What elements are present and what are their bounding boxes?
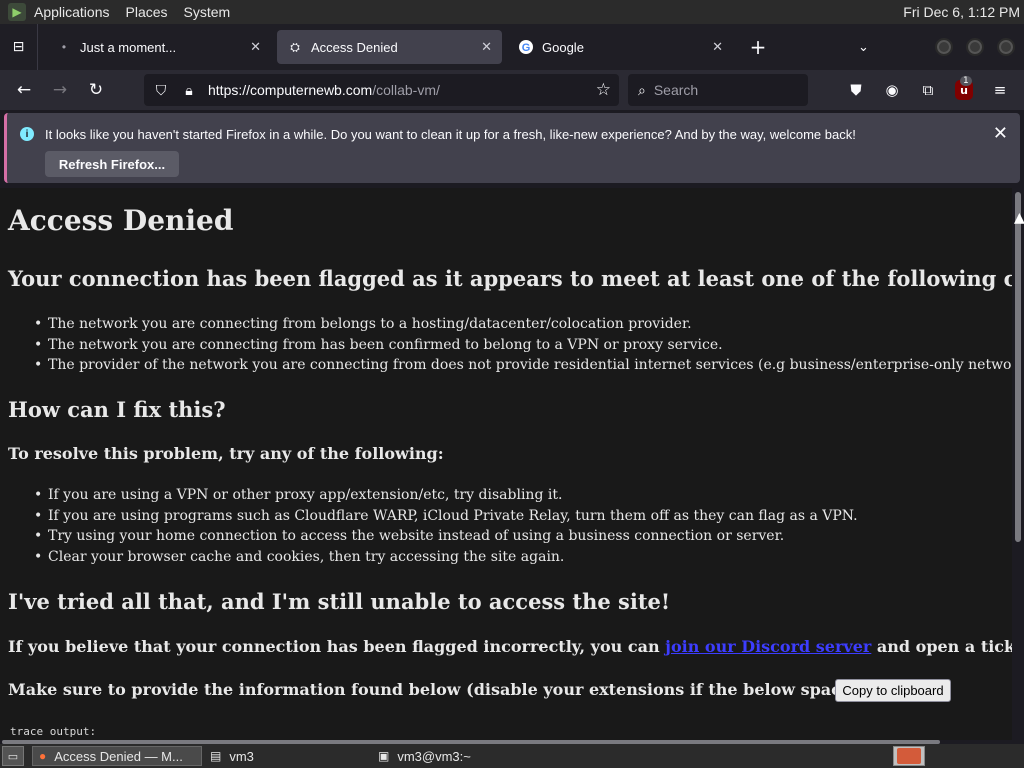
provide-info-text: Make sure to provide the information fou…	[8, 680, 946, 699]
tried-heading: I've tried all that, and I'm still unabl…	[8, 589, 671, 614]
list-item: If you are using a VPN or other proxy ap…	[34, 485, 858, 506]
list-item: Try using your home connection to access…	[34, 526, 858, 547]
url-path: /collab-vm/	[372, 82, 440, 98]
firefox-view-icon[interactable]: ⊟	[0, 24, 38, 70]
collabvm-icon: ⛭	[290, 39, 300, 54]
show-desktop-icon[interactable]: ▭	[2, 746, 24, 766]
task-label: vm3@vm3:~	[397, 748, 471, 764]
list-item: Clear your browser cache and cookies, th…	[34, 547, 858, 568]
distro-logo-icon[interactable]: ▶	[8, 3, 26, 21]
shield-icon[interactable]: ⛉	[150, 82, 172, 99]
search-placeholder: Search	[653, 82, 699, 98]
svg-text:G: G	[522, 42, 531, 54]
fix-heading: How can I fix this?	[8, 397, 226, 422]
loading-icon: •	[61, 40, 67, 54]
search-icon: ⌕	[638, 81, 646, 98]
task-label: vm3	[229, 748, 254, 764]
nav-bar: ← → ↻ ⛉ 🔒︎ https://computernewb.com/coll…	[0, 70, 1024, 110]
fixes-list: If you are using a VPN or other proxy ap…	[34, 485, 858, 568]
menu-system[interactable]: System	[184, 4, 231, 20]
discord-link[interactable]: join our Discord server	[665, 637, 871, 656]
resolve-heading: To resolve this problem, try any of the …	[8, 444, 444, 463]
task-vm3-folder[interactable]: ▤ vm3	[204, 746, 364, 766]
flagged-incorrect-text-end: and open a ticket.	[876, 637, 1012, 656]
tab-just-a-moment[interactable]: • Just a moment... ✕	[46, 30, 271, 64]
forward-button[interactable]: →	[42, 74, 78, 106]
refresh-firefox-button[interactable]: Refresh Firefox...	[45, 151, 179, 177]
extensions-icon[interactable]: ⧉	[916, 78, 940, 102]
list-all-tabs-icon[interactable]: ⌄	[858, 40, 869, 55]
trace-output-label: trace output:	[10, 725, 97, 738]
menu-applications[interactable]: Applications	[34, 4, 110, 20]
search-input[interactable]: ⌕ Search	[628, 74, 808, 106]
close-notification-icon[interactable]: ✕	[993, 123, 1008, 144]
minimize-window-button[interactable]	[935, 38, 953, 56]
tab-title: Access Denied	[311, 39, 398, 55]
info-icon: i	[20, 127, 34, 141]
task-firefox[interactable]: ● Access Denied — M...	[32, 746, 202, 766]
menu-places[interactable]: Places	[126, 4, 168, 20]
task-terminal[interactable]: ▣ vm3@vm3:~	[372, 746, 542, 766]
bottom-taskbar: ▭ ● Access Denied — M... ▤ vm3 ▣ vm3@vm3…	[0, 744, 1024, 768]
terminal-icon: ▣	[378, 749, 390, 763]
list-item: If you are using programs such as Cloudf…	[34, 506, 858, 527]
lock-icon[interactable]: 🔒︎	[178, 82, 200, 99]
page-title: Access Denied	[8, 204, 234, 237]
notification-message: It looks like you haven't started Firefo…	[45, 127, 856, 142]
list-item: The provider of the network you are conn…	[34, 355, 1012, 376]
url-host: https://computernewb.com	[208, 82, 373, 98]
list-item: The network you are connecting from has …	[34, 335, 1012, 356]
workspace-thumbnail[interactable]	[897, 748, 921, 764]
close-window-button[interactable]	[997, 38, 1015, 56]
ublock-badge: 1	[960, 76, 972, 86]
bookmark-star-icon[interactable]: ☆	[596, 80, 611, 100]
folder-icon: ▤	[210, 749, 222, 763]
back-button[interactable]: ←	[6, 74, 42, 106]
tab-google[interactable]: G Google ✕	[508, 30, 733, 64]
flagged-incorrect-paragraph: If you believe that your connection has …	[8, 637, 1012, 656]
flagged-incorrect-text: If you believe that your connection has …	[8, 637, 666, 656]
reload-button[interactable]: ↻	[78, 74, 114, 106]
task-label: Access Denied — M...	[54, 748, 183, 764]
google-icon: G	[518, 39, 534, 55]
refresh-firefox-notification: i It looks like you haven't started Fire…	[4, 113, 1020, 183]
workspace-switcher[interactable]	[893, 746, 925, 766]
close-tab-icon[interactable]: ✕	[250, 39, 261, 55]
list-item: The network you are connecting from belo…	[34, 314, 1012, 335]
tab-title: Just a moment...	[80, 39, 177, 55]
tab-title: Google	[542, 39, 584, 55]
scrollbar-thumb[interactable]	[1015, 192, 1021, 542]
mouse-cursor-icon: ▲	[1014, 210, 1024, 226]
top-panel: ▶ Applications Places System Fri Dec 6, …	[0, 0, 1024, 24]
menu-hamburger-icon[interactable]: ≡	[988, 78, 1012, 102]
clock[interactable]: Fri Dec 6, 1:12 PM	[903, 4, 1020, 20]
tab-access-denied[interactable]: ⛭ Access Denied ✕	[277, 30, 502, 64]
firefox-icon: ●	[39, 749, 47, 763]
pocket-icon[interactable]: ⛊	[844, 78, 868, 102]
close-tab-icon[interactable]: ✕	[481, 39, 492, 55]
maximize-window-button[interactable]	[966, 38, 984, 56]
url-bar[interactable]: ⛉ 🔒︎ https://computernewb.com/collab-vm/…	[144, 74, 619, 106]
criteria-list: The network you are connecting from belo…	[34, 314, 1012, 376]
account-icon[interactable]: ◉	[880, 78, 904, 102]
close-tab-icon[interactable]: ✕	[712, 39, 723, 55]
copy-to-clipboard-button[interactable]: Copy to clipboard	[835, 679, 951, 702]
flagged-heading: Your connection has been flagged as it a…	[8, 266, 1012, 291]
new-tab-button[interactable]: +	[743, 35, 773, 59]
vertical-scrollbar[interactable]	[1012, 188, 1024, 740]
tab-bar: ⊟ • Just a moment... ✕ ⛭ Access Denied ✕…	[0, 24, 1024, 70]
page-content: Access Denied Your connection has been f…	[0, 188, 1012, 740]
